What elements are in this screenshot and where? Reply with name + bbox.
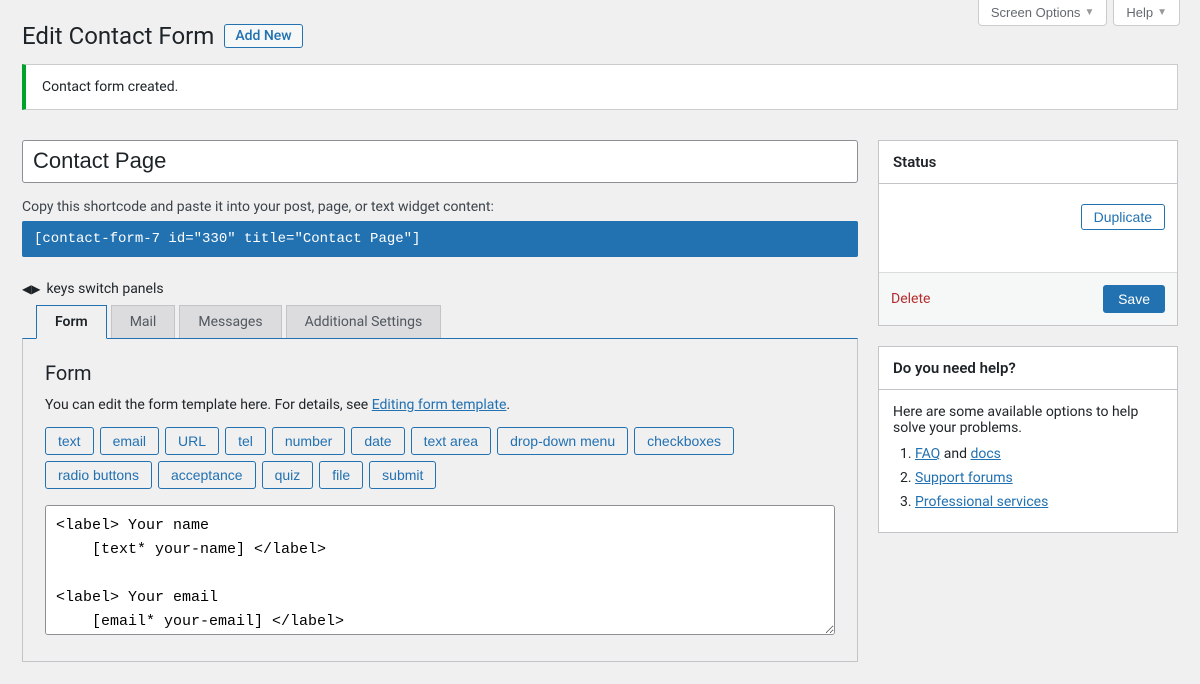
add-new-button[interactable]: Add New [224, 24, 302, 48]
tag-submit[interactable]: submit [369, 461, 436, 489]
shortcode-box[interactable]: [contact-form-7 id="330" title="Contact … [22, 221, 858, 257]
keys-hint: ◀▶ keys switch panels [22, 281, 858, 297]
tag-url[interactable]: URL [165, 427, 219, 455]
keys-hint-text: keys switch panels [46, 281, 163, 297]
form-panel: Form You can edit the form template here… [22, 338, 858, 662]
panel-heading: Form [45, 361, 835, 385]
page-title: Edit Contact Form [22, 22, 214, 50]
tab-mail[interactable]: Mail [111, 305, 176, 338]
tag-tel[interactable]: tel [225, 427, 266, 455]
tab-messages[interactable]: Messages [179, 305, 281, 338]
status-box: Status Duplicate Delete Save [878, 140, 1178, 326]
notice-text: Contact form created. [42, 79, 178, 95]
tag-dropdown[interactable]: drop-down menu [497, 427, 628, 455]
help-item-pro: Professional services [915, 494, 1163, 510]
tab-form[interactable]: Form [36, 305, 107, 339]
left-right-arrows-icon: ◀▶ [22, 282, 40, 296]
form-title-input[interactable] [22, 140, 858, 183]
delete-link[interactable]: Delete [891, 291, 930, 307]
help-button[interactable]: Help ▼ [1113, 0, 1180, 26]
tag-text[interactable]: text [45, 427, 94, 455]
support-forums-link[interactable]: Support forums [915, 470, 1013, 486]
panel-description: You can edit the form template here. For… [45, 397, 835, 413]
help-box: Do you need help? Here are some availabl… [878, 346, 1178, 533]
help-item-faq: FAQ and docs [915, 446, 1163, 462]
shortcode-label: Copy this shortcode and paste it into yo… [22, 199, 858, 215]
help-box-title: Do you need help? [879, 347, 1177, 390]
chevron-down-icon: ▼ [1084, 7, 1094, 18]
tag-radio[interactable]: radio buttons [45, 461, 152, 489]
help-item-forums: Support forums [915, 470, 1163, 486]
panel-tabs: Form Mail Messages Additional Settings [36, 305, 858, 338]
screen-options-label: Screen Options [991, 5, 1081, 20]
duplicate-button[interactable]: Duplicate [1081, 204, 1165, 230]
tag-file[interactable]: file [319, 461, 363, 489]
tag-number[interactable]: number [272, 427, 345, 455]
status-title: Status [879, 141, 1177, 184]
faq-link[interactable]: FAQ [915, 446, 940, 462]
notice-success: Contact form created. [22, 64, 1178, 110]
tag-generator-buttons: text email URL tel number date text area… [45, 427, 835, 489]
tag-quiz[interactable]: quiz [262, 461, 314, 489]
tab-additional-settings[interactable]: Additional Settings [286, 305, 442, 338]
chevron-down-icon: ▼ [1157, 7, 1167, 18]
help-label: Help [1126, 5, 1153, 20]
tag-email[interactable]: email [100, 427, 159, 455]
docs-link[interactable]: docs [970, 446, 1000, 462]
form-template-textarea[interactable] [45, 505, 835, 635]
tag-date[interactable]: date [351, 427, 404, 455]
help-intro: Here are some available options to help … [893, 404, 1163, 436]
editing-template-link[interactable]: Editing form template [372, 397, 507, 413]
tag-checkboxes[interactable]: checkboxes [634, 427, 734, 455]
professional-services-link[interactable]: Professional services [915, 494, 1048, 510]
screen-options-button[interactable]: Screen Options ▼ [978, 0, 1108, 26]
tag-acceptance[interactable]: acceptance [158, 461, 256, 489]
save-button[interactable]: Save [1103, 285, 1165, 313]
tag-textarea[interactable]: text area [411, 427, 491, 455]
